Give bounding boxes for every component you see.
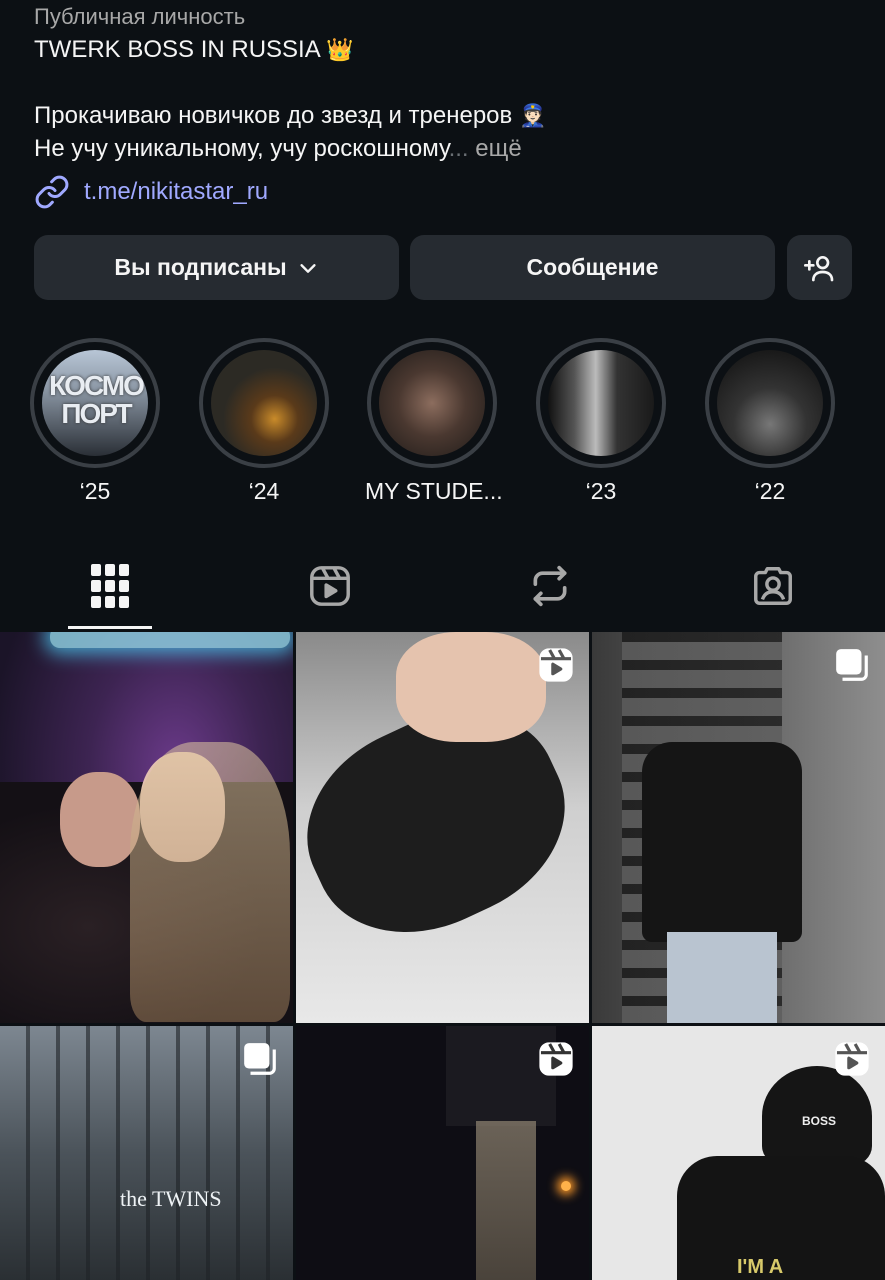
highlight-ring bbox=[199, 338, 329, 468]
highlight-my-students[interactable]: MY STUDE... bbox=[365, 338, 503, 505]
message-button[interactable]: Сообщение bbox=[410, 235, 775, 300]
highlight-cover-text: КОСМО ПОРТ bbox=[49, 370, 145, 429]
reel-badge-icon bbox=[539, 648, 573, 682]
highlight-ring bbox=[705, 338, 835, 468]
add-user-icon bbox=[803, 255, 833, 281]
crown-emoji: 👑 bbox=[326, 38, 354, 63]
highlight-label: ‘23 bbox=[585, 478, 617, 504]
tab-tagged[interactable] bbox=[718, 540, 828, 632]
post-photo-cap-text: BOSS bbox=[802, 1114, 837, 1128]
bio-line-2-text: Прокачиваю новичков до звезд и тренеров bbox=[34, 102, 513, 129]
repost-icon bbox=[533, 565, 567, 607]
bio-line-1: TWERK BOSS IN RUSSIA 👑 bbox=[34, 36, 353, 64]
chevron-down-icon bbox=[300, 263, 316, 273]
highlight-cover bbox=[717, 350, 823, 456]
post-photo-shirt-text: I'M A bbox=[737, 1256, 784, 1278]
reel-badge-icon bbox=[539, 1042, 573, 1076]
highlight-cover bbox=[211, 350, 317, 456]
profile-tabs bbox=[0, 540, 885, 632]
highlight-label: ‘25 bbox=[79, 478, 111, 504]
highlight-24[interactable]: ‘24 bbox=[197, 338, 331, 505]
police-officer-emoji: 👮🏻 bbox=[518, 104, 547, 129]
neon-sign-glow bbox=[50, 632, 290, 648]
post-tile[interactable] bbox=[296, 1026, 589, 1280]
carousel-badge-icon bbox=[244, 1043, 276, 1075]
reels-icon bbox=[310, 566, 350, 606]
following-button-label: Вы подписаны bbox=[114, 254, 287, 280]
post-tile[interactable] bbox=[592, 632, 885, 1023]
post-photo-overlay-text: the TWINS bbox=[120, 1186, 222, 1211]
tab-reposts[interactable] bbox=[495, 540, 605, 632]
tagged-icon bbox=[754, 567, 792, 605]
post-photo-light bbox=[561, 1181, 571, 1191]
posts-grid: the TWINS BOSS I'M A bbox=[0, 632, 885, 1280]
link-icon bbox=[35, 175, 69, 209]
post-tile[interactable]: the TWINS bbox=[0, 1026, 293, 1280]
bio-more-button[interactable]: ещё bbox=[475, 135, 521, 162]
highlight-23[interactable]: ‘23 bbox=[534, 338, 668, 505]
post-photo-face bbox=[60, 772, 140, 867]
post-photo-legs bbox=[476, 1121, 536, 1280]
highlight-ring bbox=[536, 338, 666, 468]
post-photo-subject bbox=[642, 742, 802, 942]
following-button[interactable]: Вы подписаны bbox=[34, 235, 399, 300]
bio-ellipsis: ... bbox=[448, 135, 469, 162]
post-tile[interactable] bbox=[296, 632, 589, 1023]
highlight-label: ‘24 bbox=[248, 478, 280, 504]
post-tile[interactable] bbox=[0, 632, 293, 1023]
highlight-25[interactable]: КОСМО ПОРТ ‘25 bbox=[28, 338, 162, 505]
bio-line-3: Не учу уникальному, учу роскошному... ещ… bbox=[34, 135, 522, 163]
tab-reels[interactable] bbox=[275, 540, 385, 632]
active-tab-indicator bbox=[68, 626, 152, 629]
post-photo-hair bbox=[130, 742, 290, 1022]
profile-category: Публичная личность bbox=[34, 4, 246, 29]
profile-link[interactable]: t.me/nikitastar_ru bbox=[34, 172, 268, 212]
highlight-ring: КОСМО ПОРТ bbox=[30, 338, 160, 468]
post-tile[interactable]: BOSS I'M A bbox=[592, 1026, 885, 1280]
post-photo-jeans bbox=[667, 932, 777, 1023]
highlight-cover bbox=[548, 350, 654, 456]
highlight-label: MY STUDE... bbox=[365, 478, 503, 504]
tab-posts[interactable] bbox=[55, 540, 165, 632]
profile-link-text[interactable]: t.me/nikitastar_ru bbox=[84, 178, 268, 206]
bio-line-3-text: Не учу уникальному, учу роскошному bbox=[34, 135, 449, 162]
suggest-users-button[interactable] bbox=[787, 235, 852, 300]
message-button-label: Сообщение bbox=[526, 254, 659, 280]
reel-badge-icon bbox=[835, 1042, 869, 1076]
bio-line-2: Прокачиваю новичков до звезд и тренеров … bbox=[34, 102, 546, 130]
grid-icon bbox=[91, 564, 129, 608]
highlight-cover: КОСМО ПОРТ bbox=[42, 350, 148, 456]
highlight-22[interactable]: ‘22 bbox=[703, 338, 837, 505]
post-photo-hand bbox=[396, 632, 546, 742]
highlight-ring bbox=[367, 338, 497, 468]
highlight-label: ‘22 bbox=[754, 478, 786, 504]
bio-line-1-text: TWERK BOSS IN RUSSIA bbox=[34, 36, 320, 63]
highlight-cover bbox=[379, 350, 485, 456]
carousel-badge-icon bbox=[836, 649, 868, 681]
